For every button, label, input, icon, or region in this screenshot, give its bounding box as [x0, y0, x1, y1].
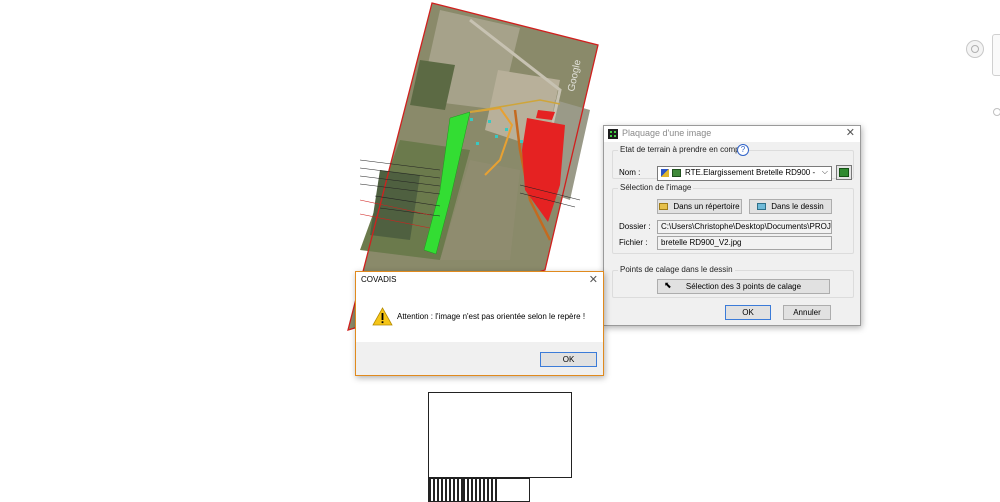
image-group-label: Sélection de l'image — [618, 183, 694, 192]
select-calage-points-button[interactable]: ⬉ Sélection des 3 points de calage — [657, 279, 830, 294]
plaquage-dialog: Plaquage d'une image ✕ Etat de terrain à… — [603, 125, 861, 326]
browse-directory-label: Dans un répertoire — [673, 202, 740, 211]
layout-sheet — [428, 392, 572, 478]
warning-icon — [372, 307, 393, 326]
sheet-thumbnail-1 — [428, 478, 462, 502]
sheet-thumbnail-3 — [496, 478, 530, 502]
close-icon[interactable]: ✕ — [589, 273, 598, 286]
dossier-label: Dossier : — [619, 222, 651, 231]
terrain-select-value: RTE.Elargissement Bretelle RD900 - Proje… — [685, 168, 817, 177]
fichier-label: Fichier : — [619, 238, 648, 247]
ok-button[interactable]: OK — [725, 305, 771, 320]
ok-button-label: OK — [742, 308, 754, 317]
image-icon — [757, 203, 767, 211]
terrain-select[interactable]: RTE.Elargissement Bretelle RD900 - Proje… — [657, 166, 832, 181]
dialog-title: Plaquage d'une image — [622, 128, 712, 138]
pick-in-drawing-label: Dans le dessin — [771, 202, 824, 211]
warning-title: COVADIS — [361, 275, 397, 284]
select-calage-points-label: Sélection des 3 points de calage — [685, 282, 802, 291]
dossier-field[interactable]: C:\Users\Christophe\Desktop\Documents\PR… — [657, 220, 832, 234]
fichier-field[interactable]: bretelle RD900_V2.jpg — [657, 236, 832, 250]
calage-group: Points de calage dans le dessin ⬉ Sélecti… — [612, 265, 854, 298]
image-selection-group: Sélection de l'image Dans un répertoire … — [612, 183, 854, 254]
covadis-app-icon — [608, 129, 618, 139]
covadis-warning-dialog: COVADIS ✕ Attention : l'image n'est pas … — [355, 271, 604, 376]
navigation-bar[interactable] — [992, 34, 1000, 76]
cancel-button-label: Annuler — [793, 308, 821, 317]
browse-directory-button[interactable]: Dans un répertoire — [657, 199, 742, 214]
orbit-icon[interactable] — [993, 108, 1000, 116]
warning-message: Attention : l'image n'est pas orientée s… — [397, 312, 586, 321]
calage-group-label: Points de calage dans le dessin — [618, 265, 735, 274]
cancel-button[interactable]: Annuler — [783, 305, 831, 320]
close-icon[interactable]: ✕ — [846, 126, 855, 139]
warning-ok-label: OK — [562, 355, 575, 364]
dialog-titlebar[interactable]: Plaquage d'une image ✕ — [604, 126, 860, 142]
warning-ok-button[interactable]: OK — [540, 352, 597, 367]
help-icon[interactable]: ? — [737, 144, 749, 156]
pick-in-drawing-button[interactable]: Dans le dessin — [749, 199, 832, 214]
warning-body: Attention : l'image n'est pas orientée s… — [356, 288, 603, 342]
terrain-grid-icon — [672, 169, 681, 177]
pick-terrain-button[interactable] — [836, 165, 852, 180]
warning-titlebar[interactable]: COVADIS ✕ — [356, 272, 603, 288]
nom-label: Nom : — [619, 168, 641, 177]
viewcube-icon[interactable] — [966, 40, 984, 58]
terrain-group: Etat de terrain à prendre en compte ? No… — [612, 144, 854, 181]
terrain-pick-icon — [839, 168, 849, 177]
terrain-type-icon — [661, 169, 669, 177]
cursor-pick-icon: ⬉ — [664, 280, 672, 290]
chevron-down-icon[interactable]: ⌵ — [822, 167, 828, 177]
folder-icon — [659, 203, 669, 211]
terrain-group-label: Etat de terrain à prendre en compte — [618, 145, 749, 154]
sheet-thumbnail-2 — [462, 478, 496, 502]
